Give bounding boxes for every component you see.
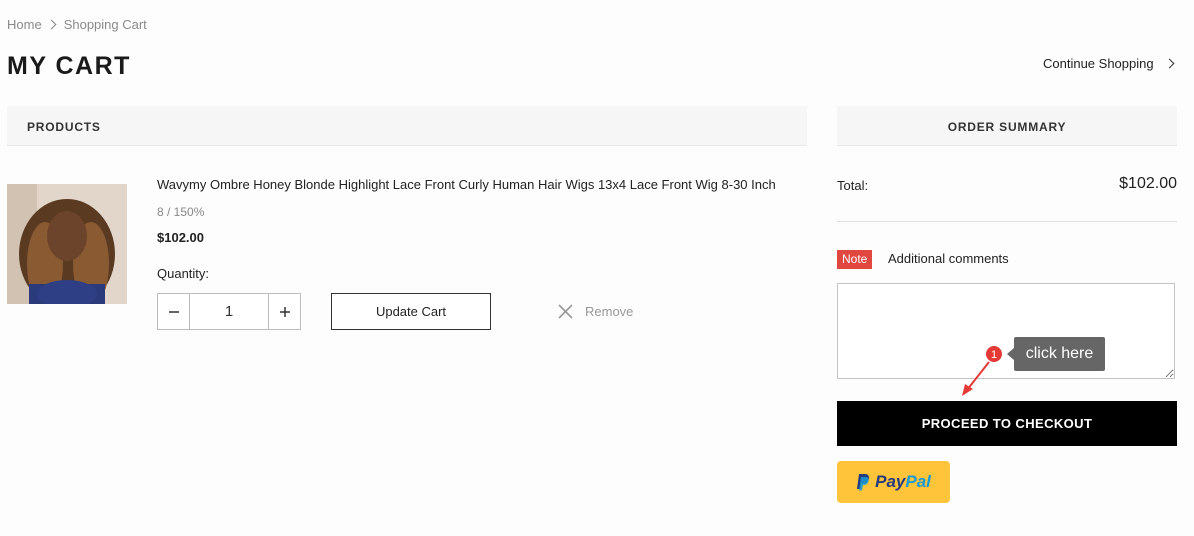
breadcrumb-home-link[interactable]: Home	[7, 17, 42, 32]
quantity-input[interactable]	[190, 294, 268, 329]
paypal-logo-icon	[857, 473, 870, 490]
proceed-to-checkout-button[interactable]: PROCEED TO CHECKOUT	[837, 401, 1177, 446]
order-summary-header-label: ORDER SUMMARY	[947, 120, 1067, 134]
annotation-arrow-icon	[962, 361, 990, 396]
continue-shopping-link[interactable]: Continue Shopping	[1043, 56, 1175, 71]
product-name-link[interactable]: Wavymy Ombre Honey Blonde Highlight Lace…	[157, 177, 776, 192]
paypal-pal-text: Pal	[905, 472, 931, 491]
note-badge: Note	[837, 250, 873, 269]
products-header: PRODUCTS	[7, 106, 807, 146]
annotation-step-badge: 1	[985, 345, 1003, 363]
additional-comments-label: Additional comments	[888, 251, 1009, 266]
update-cart-button[interactable]: Update Cart	[331, 293, 491, 330]
chevron-right-icon	[46, 19, 57, 30]
total-label: Total:	[837, 178, 869, 193]
continue-shopping-label: Continue Shopping	[1043, 56, 1154, 71]
quantity-label: Quantity:	[157, 266, 210, 281]
product-variant: 8 / 150%	[157, 205, 205, 219]
plus-icon	[279, 306, 290, 317]
breadcrumb-current: Shopping Cart	[63, 17, 147, 32]
minus-icon	[168, 310, 179, 313]
breadcrumb: Home Shopping Cart	[7, 17, 147, 32]
quantity-stepper	[157, 293, 301, 330]
page-title: MY CART	[7, 52, 131, 80]
total-value: $102.00	[1119, 175, 1177, 192]
decrease-quantity-button[interactable]	[158, 294, 190, 329]
paypal-button[interactable]: Pay Pal	[837, 461, 950, 503]
additional-comments-textarea[interactable]	[837, 283, 1175, 379]
remove-label: Remove	[585, 304, 634, 319]
paypal-pay-text: Pay	[875, 472, 906, 491]
product-image	[7, 184, 127, 304]
close-icon	[558, 304, 573, 319]
product-thumbnail[interactable]	[7, 184, 127, 304]
annotation-tooltip: click here	[1007, 337, 1105, 371]
order-summary-header: ORDER SUMMARY	[837, 106, 1177, 146]
product-price: $102.00	[157, 230, 204, 245]
increase-quantity-button[interactable]	[268, 294, 300, 329]
chevron-right-icon	[1164, 58, 1175, 69]
remove-item-button[interactable]: Remove	[558, 304, 633, 319]
products-header-label: PRODUCTS	[27, 120, 101, 134]
summary-divider	[837, 221, 1177, 222]
